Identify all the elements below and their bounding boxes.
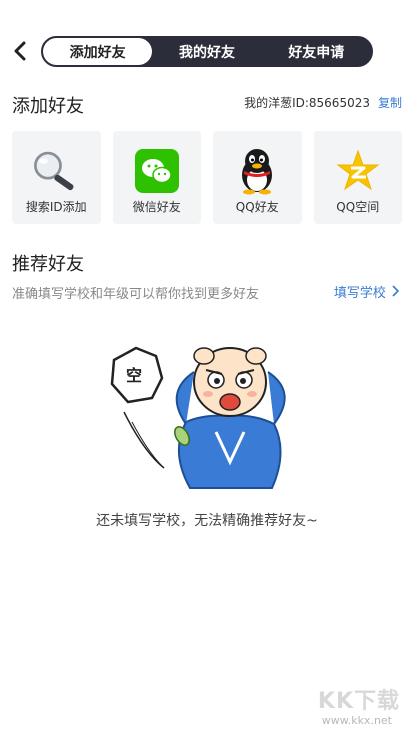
recommend-heading: 推荐好友 bbox=[12, 254, 84, 275]
wechat-label: 微信好友 bbox=[132, 200, 181, 214]
friends-tab-switcher: 添加好友 我的好友 好友申请 bbox=[41, 36, 373, 67]
chevron-right-icon bbox=[390, 285, 400, 301]
qq-friend-card[interactable]: QQ好友 bbox=[213, 131, 302, 224]
top-bar: 添加好友 我的好友 好友申请 bbox=[0, 0, 414, 104]
copy-id-button[interactable]: 复制 bbox=[378, 96, 402, 110]
speech-bubble-text: 空 bbox=[126, 366, 143, 385]
qzone-label: QQ空间 bbox=[336, 200, 380, 214]
search-id-card[interactable]: 搜索ID添加 bbox=[12, 131, 101, 224]
add-friend-heading: 添加好友 bbox=[12, 96, 84, 117]
my-id-label: 我的洋葱ID:85665023 bbox=[244, 96, 370, 110]
qzone-card[interactable]: QQ空间 bbox=[313, 131, 402, 224]
tab-my-friends[interactable]: 我的好友 bbox=[152, 38, 261, 65]
wechat-card[interactable]: 微信好友 bbox=[112, 131, 201, 224]
search-id-label: 搜索ID添加 bbox=[25, 200, 87, 214]
wechat-icon bbox=[131, 145, 183, 197]
back-arrow-icon[interactable] bbox=[10, 40, 32, 62]
empty-state-illustration: 空 bbox=[104, 332, 304, 492]
add-method-cards: 搜索ID添加 微信好友 QQ好友 QQ空间 bbox=[12, 131, 402, 224]
magnifier-icon bbox=[30, 145, 82, 197]
watermark-logo-text: KK下载 bbox=[317, 689, 400, 714]
empty-state-message: 还未填写学校，无法精确推荐好友~ bbox=[96, 513, 318, 529]
tab-friend-requests[interactable]: 好友申请 bbox=[262, 38, 371, 65]
recommend-subtitle: 准确填写学校和年级可以帮你找到更多好友 bbox=[12, 287, 260, 302]
qzone-star-icon bbox=[332, 145, 384, 197]
tab-add-friend[interactable]: 添加好友 bbox=[43, 38, 153, 65]
my-id-line: 我的洋葱ID:85665023 复制 bbox=[244, 94, 402, 111]
fill-school-label: 填写学校 bbox=[333, 286, 386, 301]
qq-friend-label: QQ好友 bbox=[235, 200, 279, 214]
qq-penguin-icon bbox=[231, 145, 283, 197]
fill-school-link[interactable]: 填写学校 bbox=[334, 282, 400, 301]
watermark-url: www.kkx.net bbox=[321, 714, 392, 727]
